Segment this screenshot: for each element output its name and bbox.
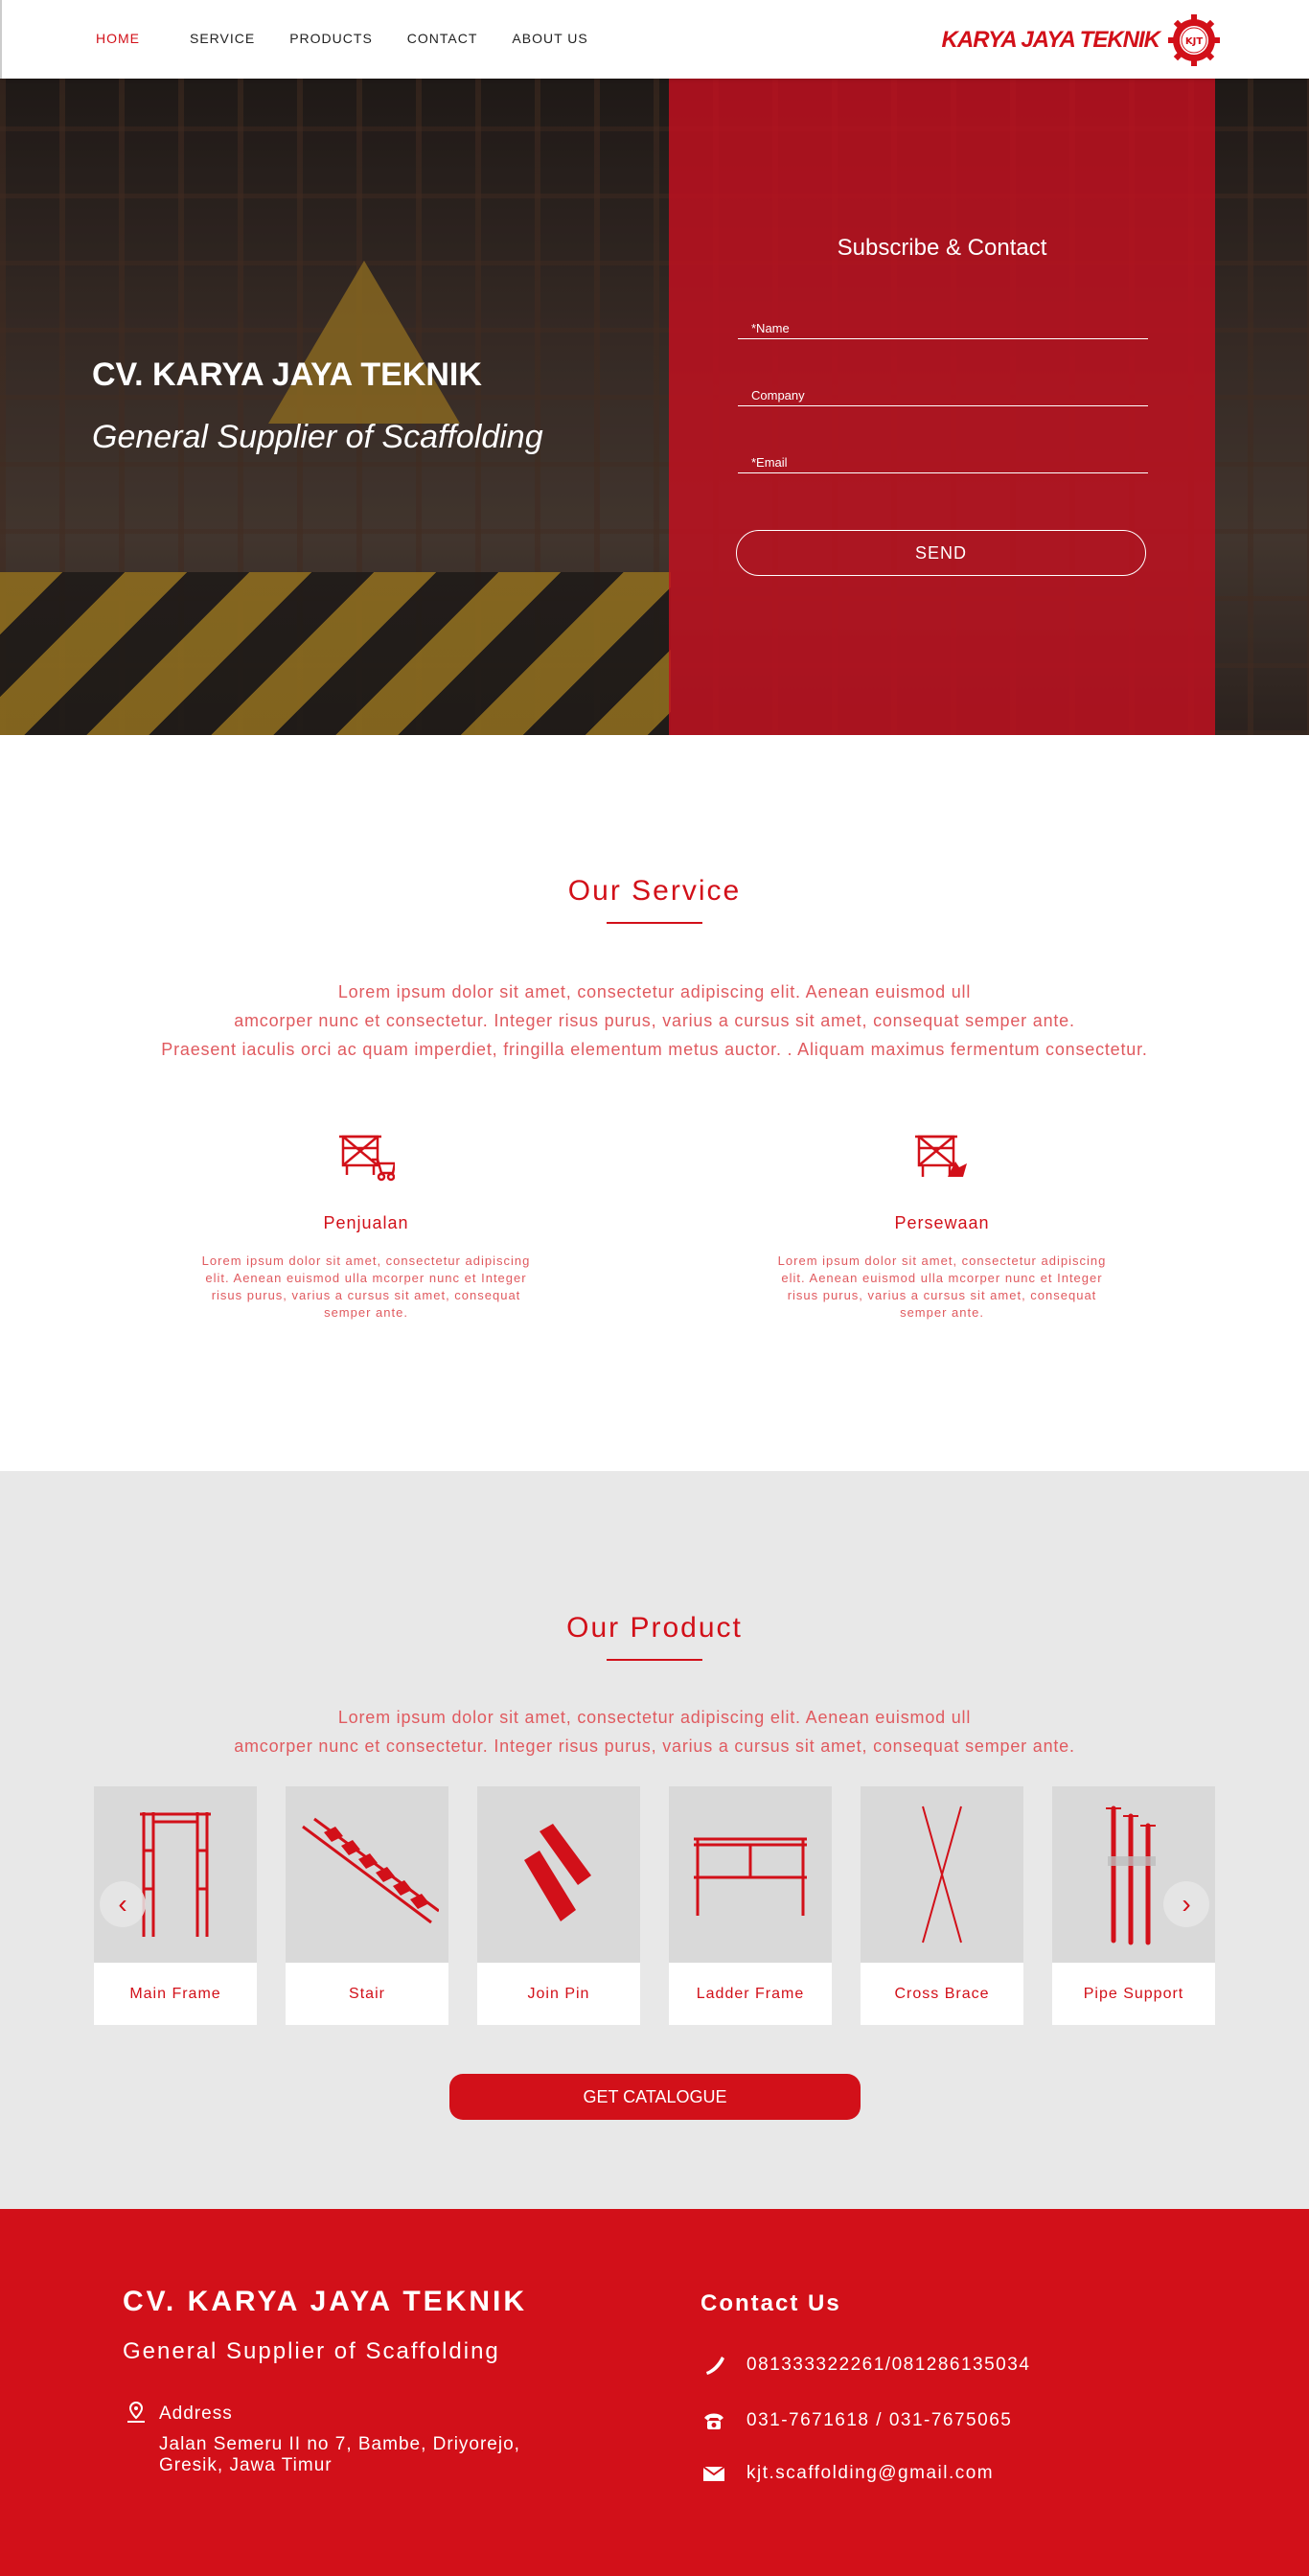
main-frame-icon xyxy=(140,1812,211,1937)
hero-subtitle: General Supplier of Scaffolding xyxy=(92,419,543,455)
product-label: Join Pin xyxy=(527,1985,590,2002)
email-address[interactable]: kjt.scaffolding@gmail.com xyxy=(746,2463,994,2484)
product-description: Lorem ipsum dolor sit amet, consectetur … xyxy=(0,1703,1309,1760)
service-item-persewaan: Persewaan Lorem ipsum dolor sit amet, co… xyxy=(750,1131,1134,1322)
product-desc-line: Lorem ipsum dolor sit amet, consectetur … xyxy=(337,1708,972,1727)
company-field-wrap xyxy=(738,374,1148,406)
nav-home[interactable]: HOME xyxy=(96,31,140,46)
chevron-left-icon: ‹ xyxy=(118,1889,127,1919)
service-title: Our Service xyxy=(567,875,742,907)
product-image xyxy=(94,1786,257,1963)
service-description: Lorem ipsum dolor sit amet, consectetur … xyxy=(0,978,1309,1064)
stair-icon xyxy=(302,1817,439,1924)
get-catalogue-button[interactable]: GET CATALOGUE xyxy=(449,2074,861,2120)
name-field-wrap xyxy=(738,307,1148,339)
product-desc-line: amcorper nunc et consectetur. Integer ri… xyxy=(234,1736,1075,1756)
product-card-join-pin[interactable]: Join Pin xyxy=(477,1786,640,2025)
product-label: Ladder Frame xyxy=(696,1985,805,2002)
telephone-icon xyxy=(704,2413,723,2429)
carousel-prev-button[interactable]: ‹ xyxy=(100,1881,146,1927)
subscribe-contact-panel: Subscribe & Contact SEND xyxy=(669,79,1215,735)
gear-logo-icon: KJT xyxy=(1168,14,1220,66)
top-navbar: HOME SERVICE PRODUCTS CONTACT ABOUT US K… xyxy=(0,0,1309,79)
footer-subtitle: General Supplier of Scaffolding xyxy=(123,2338,500,2364)
phone-number[interactable]: 031-7671618 / 031-7675065 xyxy=(746,2410,1012,2431)
contact-title: Contact Us xyxy=(700,2290,841,2316)
footer: CV. KARYA JAYA TEKNIK General Supplier o… xyxy=(0,2209,1309,2576)
scaffold-cart-icon xyxy=(339,1135,395,1182)
product-card-cross-brace[interactable]: Cross Brace xyxy=(861,1786,1023,2025)
product-label: Main Frame xyxy=(129,1985,221,2002)
nav-service[interactable]: SERVICE xyxy=(190,31,255,46)
footer-title: CV. KARYA JAYA TEKNIK xyxy=(123,2286,528,2317)
envelope-icon xyxy=(702,2466,725,2481)
logo-mark: KJT xyxy=(1185,36,1203,47)
product-image xyxy=(477,1786,640,1963)
ladder-frame-icon xyxy=(694,1837,807,1916)
service-item-penjualan: Penjualan Lorem ipsum dolor sit amet, co… xyxy=(174,1131,558,1322)
address-label: Address xyxy=(159,2404,233,2424)
scaffold-rent-icon xyxy=(915,1135,967,1177)
brand-logo[interactable]: KARYA JAYA TEKNIK KJT xyxy=(942,13,1221,67)
hero-section: CV. KARYA JAYA TEKNIK General Supplier o… xyxy=(0,79,1309,735)
carousel-next-button[interactable]: › xyxy=(1163,1881,1209,1927)
service-text: Lorem ipsum dolor sit amet, consectetur … xyxy=(201,1254,531,1320)
product-label: Cross Brace xyxy=(894,1985,990,2002)
service-name: Penjualan xyxy=(323,1213,409,1232)
pipe-support-icon xyxy=(1106,1806,1156,1945)
address-text: Jalan Semeru II no 7, Bambe, Driyorejo, … xyxy=(159,2434,520,2475)
map-pin-icon xyxy=(127,2401,145,2423)
product-title: Our Product xyxy=(566,1612,743,1644)
hero-title: CV. KARYA JAYA TEKNIK xyxy=(92,356,482,393)
mobile-number[interactable]: 081333322261/081286135034 xyxy=(746,2355,1030,2376)
chevron-right-icon: › xyxy=(1182,1889,1191,1919)
nav-products[interactable]: PRODUCTS xyxy=(289,31,373,46)
email-field-wrap xyxy=(738,441,1148,473)
cross-brace-icon xyxy=(922,1806,962,1944)
service-name: Persewaan xyxy=(894,1213,990,1232)
nav-about-us[interactable]: ABOUT US xyxy=(512,31,587,46)
product-card-stair[interactable]: Stair xyxy=(286,1786,448,2025)
service-desc-line: Lorem ipsum dolor sit amet, consectetur … xyxy=(337,982,972,1001)
nav-links: HOME SERVICE PRODUCTS CONTACT ABOUT US xyxy=(96,31,623,46)
service-text: Lorem ipsum dolor sit amet, consectetur … xyxy=(777,1254,1107,1320)
service-desc-line: Praesent iaculis orci ac quam imperdiet,… xyxy=(161,1040,1148,1059)
company-input[interactable] xyxy=(738,374,1148,405)
contact-email-row: kjt.scaffolding@gmail.com xyxy=(702,2463,994,2484)
email-input[interactable] xyxy=(738,441,1148,472)
logo-text: KARYA JAYA TEKNIK xyxy=(941,27,1160,53)
product-image xyxy=(286,1786,448,1963)
product-card-ladder-frame[interactable]: Ladder Frame xyxy=(669,1786,832,2025)
product-image xyxy=(1052,1786,1215,1963)
join-pin-icon xyxy=(524,1824,591,1921)
product-image xyxy=(861,1786,1023,1963)
contact-phone-row: 031-7671618 / 031-7675065 xyxy=(702,2410,1012,2431)
mobile-phone-icon xyxy=(706,2357,724,2375)
send-button[interactable]: SEND xyxy=(736,530,1146,576)
contact-mobile-row: 081333322261/081286135034 xyxy=(702,2355,1030,2376)
name-input[interactable] xyxy=(738,307,1148,338)
service-title-underline xyxy=(607,922,702,924)
product-title-underline xyxy=(607,1659,702,1661)
panel-title: Subscribe & Contact xyxy=(837,235,1047,261)
product-label: Stair xyxy=(349,1985,385,2002)
product-label: Pipe Support xyxy=(1083,1985,1184,2002)
nav-contact[interactable]: CONTACT xyxy=(407,31,478,46)
product-image xyxy=(669,1786,832,1963)
service-desc-line: amcorper nunc et consectetur. Integer ri… xyxy=(234,1011,1075,1030)
